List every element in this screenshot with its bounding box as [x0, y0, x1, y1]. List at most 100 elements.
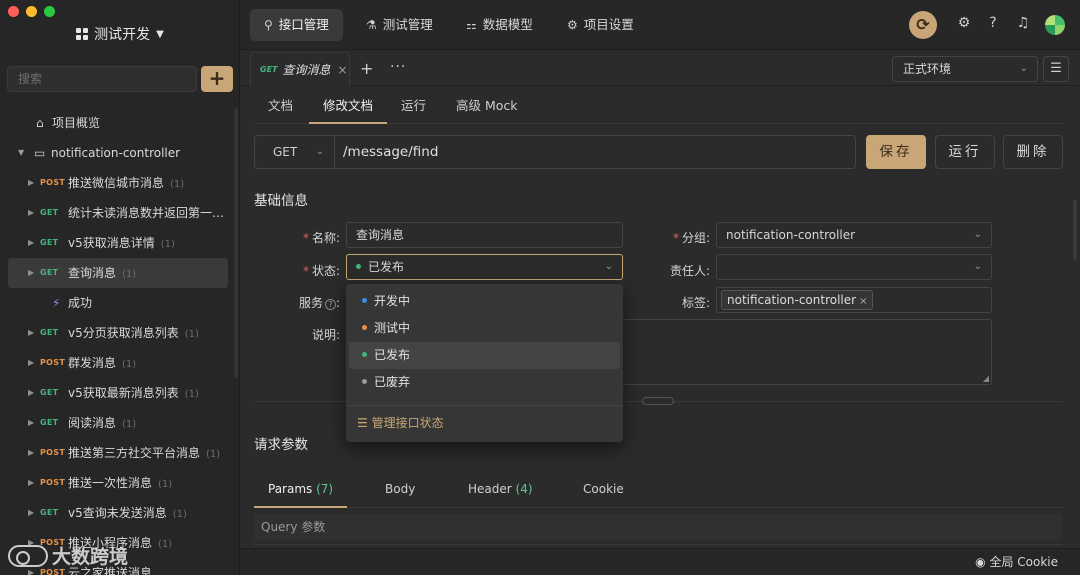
bell-icon[interactable]: ♫	[1014, 15, 1032, 35]
expand-arrow-icon[interactable]: ▶	[28, 438, 34, 468]
close-icon[interactable]: ×	[859, 296, 867, 307]
sidebar-scrollbar[interactable]	[234, 108, 238, 378]
sidebar-case-item[interactable]: ⚡ 成功	[0, 288, 236, 318]
save-button[interactable]: 保存	[866, 135, 926, 169]
sync-icon[interactable]: ⟳	[909, 11, 937, 39]
owner-select[interactable]: ⌄	[716, 254, 992, 280]
help-icon[interactable]: ?	[984, 15, 1002, 35]
params-tabs: Params (7) Body Header (4) Cookie	[254, 474, 1062, 508]
sidebar-api-item[interactable]: ▶ GET v5查询未发送消息 (1)	[0, 498, 236, 528]
divider-drag-handle[interactable]	[642, 397, 674, 405]
expand-arrow-icon[interactable]: ▶	[28, 228, 34, 258]
sidebar-api-item[interactable]: ▶ GET v5获取最新消息列表 (1)	[0, 378, 236, 408]
method-select[interactable]: GET ⌄	[254, 135, 334, 169]
sidebar-api-item[interactable]: ▶ GET 阅读消息 (1)	[0, 408, 236, 438]
tab-body[interactable]: Body	[371, 474, 429, 508]
expand-arrow-icon[interactable]: ▶	[28, 348, 34, 378]
delete-button[interactable]: 删除	[1003, 135, 1063, 169]
expand-arrow-icon[interactable]: ▶	[28, 258, 34, 288]
sidebar: 测试开发 ▼ + ⌂ 项目概览 ▼ ▭ notification-control…	[0, 0, 240, 575]
group-value: notification-controller	[726, 228, 856, 242]
status-option[interactable]: 测试中	[349, 315, 620, 342]
tab-label: 接口管理	[278, 17, 329, 32]
gear-icon: ⚙	[567, 18, 578, 32]
tab-data-model[interactable]: ⚏ 数据模型	[452, 9, 547, 41]
api-name: v5获取消息详情 (1)	[68, 236, 175, 250]
sidebar-api-item[interactable]: ▶ GET v5分页获取消息列表 (1)	[0, 318, 236, 348]
subtab-advanced-mock[interactable]: 高级 Mock	[442, 90, 532, 124]
help-circle-icon[interactable]: ?	[324, 299, 336, 310]
close-window-button[interactable]	[8, 6, 19, 17]
sidebar-api-item[interactable]: ▶ POST 推送微信城市消息 (1)	[0, 168, 236, 198]
group-select[interactable]: notification-controller ⌄	[716, 222, 992, 248]
environment-value: 正式环境	[903, 62, 952, 76]
api-name: 群发消息 (1)	[68, 356, 137, 370]
status-dropdown: 开发中 测试中 已发布 已废弃 ☰ 管理接口状态	[346, 284, 623, 442]
team-switcher[interactable]: 测试开发 ▼	[0, 24, 239, 44]
expand-arrow-icon[interactable]: ▶	[28, 168, 34, 198]
sidebar-item-overview[interactable]: ⌂ 项目概览	[0, 108, 236, 138]
tab-cookie[interactable]: Cookie	[569, 474, 638, 508]
main-scrollbar[interactable]	[1073, 200, 1077, 260]
status-dot	[362, 379, 367, 384]
method-badge: GET	[40, 508, 59, 517]
folder-row[interactable]: ▼ ▭ notification-controller	[0, 138, 236, 168]
api-name: 推送第三方社交平台消息 (1)	[68, 446, 221, 460]
global-cookie-button[interactable]: ◉ 全局 Cookie	[975, 553, 1058, 570]
tab-api-management[interactable]: ⚲ 接口管理	[250, 9, 343, 41]
list-menu-icon[interactable]: ☰	[1043, 56, 1069, 82]
folder-icon: ▭	[34, 146, 46, 160]
method-badge: POST	[40, 448, 66, 457]
doc-tab-query-message[interactable]: GET 查询消息 ×	[250, 52, 350, 86]
minimize-window-button[interactable]	[26, 6, 37, 17]
url-input[interactable]: /message/find	[334, 135, 856, 169]
run-button[interactable]: 运行	[935, 135, 995, 169]
tag-label: notification-controller	[727, 293, 857, 307]
subtab-edit-doc[interactable]: 修改文档	[309, 90, 388, 124]
add-button[interactable]: +	[201, 66, 233, 92]
tab-label: 项目设置	[583, 17, 634, 32]
tab-test-management[interactable]: ⚗ 测试管理	[352, 9, 447, 41]
expand-arrow-icon[interactable]: ▶	[28, 498, 34, 528]
status-option[interactable]: 已发布	[349, 342, 620, 369]
tags-input[interactable]: notification-controller ×	[716, 287, 992, 313]
new-tab-button[interactable]: +	[360, 59, 373, 78]
maximize-window-button[interactable]	[44, 6, 55, 17]
tab-label: 测试管理	[382, 17, 433, 32]
status-select[interactable]: 已发布 ⌄	[346, 254, 623, 280]
owner-label: 责任人:	[669, 264, 710, 278]
status-option[interactable]: 开发中	[349, 288, 620, 315]
sidebar-api-item[interactable]: ▶ GET 统计未读消息数并返回第一…	[0, 198, 236, 228]
sidebar-api-item[interactable]: ▶ POST 群发消息 (1)	[0, 348, 236, 378]
expand-arrow-icon[interactable]: ▶	[28, 378, 34, 408]
expand-arrow-icon[interactable]: ▶	[28, 468, 34, 498]
settings-icon[interactable]: ⚙	[955, 15, 973, 35]
sidebar-api-item[interactable]: ▶ GET 查询消息 (1)	[8, 258, 228, 288]
subtab-doc[interactable]: 文档	[254, 90, 307, 124]
expand-arrow-icon[interactable]: ▶	[28, 318, 34, 348]
tab-params[interactable]: Params (7)	[254, 474, 348, 508]
sidebar-api-item[interactable]: ▶ GET v5获取消息详情 (1)	[0, 228, 236, 258]
expand-arrow-icon[interactable]: ▶	[28, 198, 34, 228]
close-icon[interactable]: ×	[338, 63, 348, 77]
expand-arrow-icon[interactable]: ▼	[18, 138, 24, 168]
avatar[interactable]	[1045, 15, 1065, 35]
resize-handle-icon[interactable]: ◢	[983, 374, 989, 383]
subtab-run[interactable]: 运行	[387, 90, 440, 124]
sidebar-api-item[interactable]: ▶ POST 推送第三方社交平台消息 (1)	[0, 438, 236, 468]
manage-status-link[interactable]: ☰ 管理接口状态	[346, 411, 623, 435]
chevron-down-icon: ⌄	[973, 229, 982, 240]
name-input[interactable]: 查询消息	[346, 222, 623, 248]
status-option[interactable]: 已废弃	[349, 369, 620, 396]
method-badge: POST	[40, 358, 66, 367]
api-name: v5查询未发送消息 (1)	[68, 506, 187, 520]
bottom-bar: ◉ 全局 Cookie	[240, 548, 1080, 575]
more-icon[interactable]: ···	[390, 59, 406, 75]
lightning-icon: ⚡	[52, 296, 61, 310]
expand-arrow-icon[interactable]: ▶	[28, 408, 34, 438]
search-input[interactable]	[7, 66, 197, 92]
sidebar-api-item[interactable]: ▶ POST 推送一次性消息 (1)	[0, 468, 236, 498]
environment-select[interactable]: 正式环境 ⌄	[892, 56, 1038, 82]
tab-header[interactable]: Header (4)	[454, 474, 547, 508]
tab-project-settings[interactable]: ⚙ 项目设置	[553, 9, 648, 41]
